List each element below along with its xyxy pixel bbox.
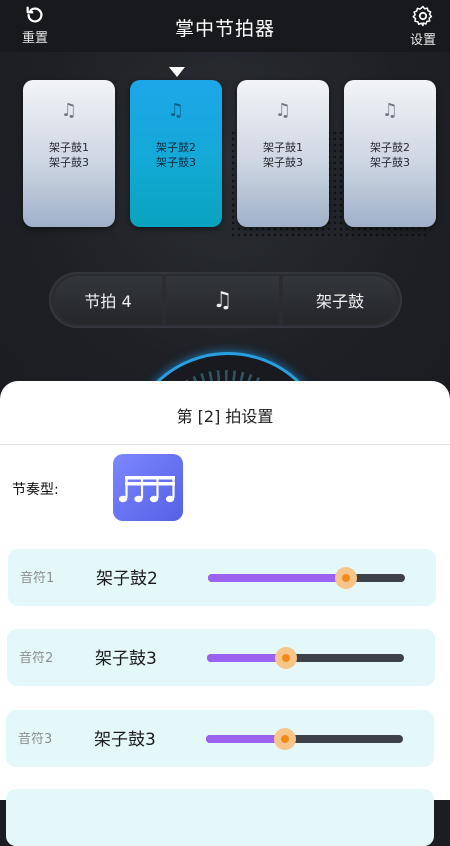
beat-card-4[interactable]: ♫ 架子鼓2 架子鼓3: [344, 80, 436, 227]
beat-instrument: 架子鼓2: [370, 141, 410, 154]
divider: [0, 444, 450, 445]
note-instrument[interactable]: 架子鼓3: [95, 644, 157, 669]
volume-slider[interactable]: [206, 728, 403, 750]
slider-fill: [206, 735, 285, 743]
settings-button[interactable]: 设置: [410, 4, 436, 48]
music-note-icon: ♫: [212, 287, 233, 313]
beat-instrument: 架子鼓3: [49, 156, 89, 169]
beat-card-2[interactable]: ♫ 架子鼓2 架子鼓3: [130, 80, 222, 227]
slider-thumb[interactable]: [274, 647, 297, 669]
note-row-1: 音符1 架子鼓2: [8, 549, 436, 606]
gear-icon: [412, 5, 433, 27]
note-label: 音符2: [19, 651, 54, 666]
note-row-4: [6, 789, 434, 846]
top-bar: 重置 掌中节拍器 设置: [0, 0, 450, 52]
beat-instrument: 架子鼓3: [263, 156, 303, 169]
settings-label: 设置: [410, 33, 437, 48]
music-note-icon: ♫: [60, 100, 78, 121]
note-label: 音符1: [20, 571, 55, 586]
instrument-button[interactable]: 架子鼓: [283, 276, 397, 324]
sixteenth-notes-icon: [119, 475, 175, 502]
rhythm-pattern-button[interactable]: [113, 454, 183, 521]
beat-card-1[interactable]: ♫ 架子鼓1 架子鼓3: [23, 80, 115, 227]
app-title: 掌中节拍器: [174, 18, 275, 40]
beat-count-button[interactable]: 节拍 4: [54, 276, 162, 324]
note-label: 音符3: [18, 732, 53, 747]
music-note-icon: ♫: [167, 100, 185, 121]
beat-controls: 节拍 4 ♫ 架子鼓: [49, 272, 402, 328]
rhythm-label: 节奏型:: [12, 482, 59, 498]
beat-instrument: 架子鼓3: [156, 156, 196, 169]
current-beat-pointer: [169, 67, 185, 77]
beat-instrument: 架子鼓2: [156, 141, 196, 154]
beat-card-instruments: 架子鼓1 架子鼓3: [23, 140, 115, 170]
beat-settings-sheet: 第 [2] 拍设置 节奏型: 音符1 架子鼓2 音符2 架子鼓3 音符3 架子鼓…: [0, 381, 450, 846]
slider-fill: [207, 654, 286, 662]
beat-instrument: 架子鼓3: [370, 156, 410, 169]
beat-card-3[interactable]: ♫ 架子鼓1 架子鼓3: [237, 80, 329, 227]
sheet-title: 第 [2] 拍设置: [176, 407, 274, 426]
note-instrument[interactable]: 架子鼓3: [94, 725, 156, 750]
volume-slider[interactable]: [207, 647, 404, 669]
slider-thumb[interactable]: [334, 567, 357, 589]
slider-thumb[interactable]: [273, 728, 296, 750]
note-instrument[interactable]: 架子鼓2: [96, 564, 158, 589]
slider-fill: [208, 574, 346, 582]
beat-card-instruments: 架子鼓1 架子鼓3: [237, 140, 329, 170]
note-row-3: 音符3 架子鼓3: [6, 710, 434, 767]
note-type-button[interactable]: ♫: [166, 276, 279, 324]
music-note-icon: ♫: [381, 100, 399, 121]
beat-card-instruments: 架子鼓2 架子鼓3: [130, 140, 222, 170]
volume-slider[interactable]: [208, 567, 405, 589]
beat-card-instruments: 架子鼓2 架子鼓3: [344, 140, 436, 170]
note-row-2: 音符2 架子鼓3: [7, 629, 435, 686]
beat-instrument: 架子鼓1: [263, 141, 303, 154]
beat-instrument: 架子鼓1: [49, 141, 89, 154]
music-note-icon: ♫: [274, 100, 292, 121]
